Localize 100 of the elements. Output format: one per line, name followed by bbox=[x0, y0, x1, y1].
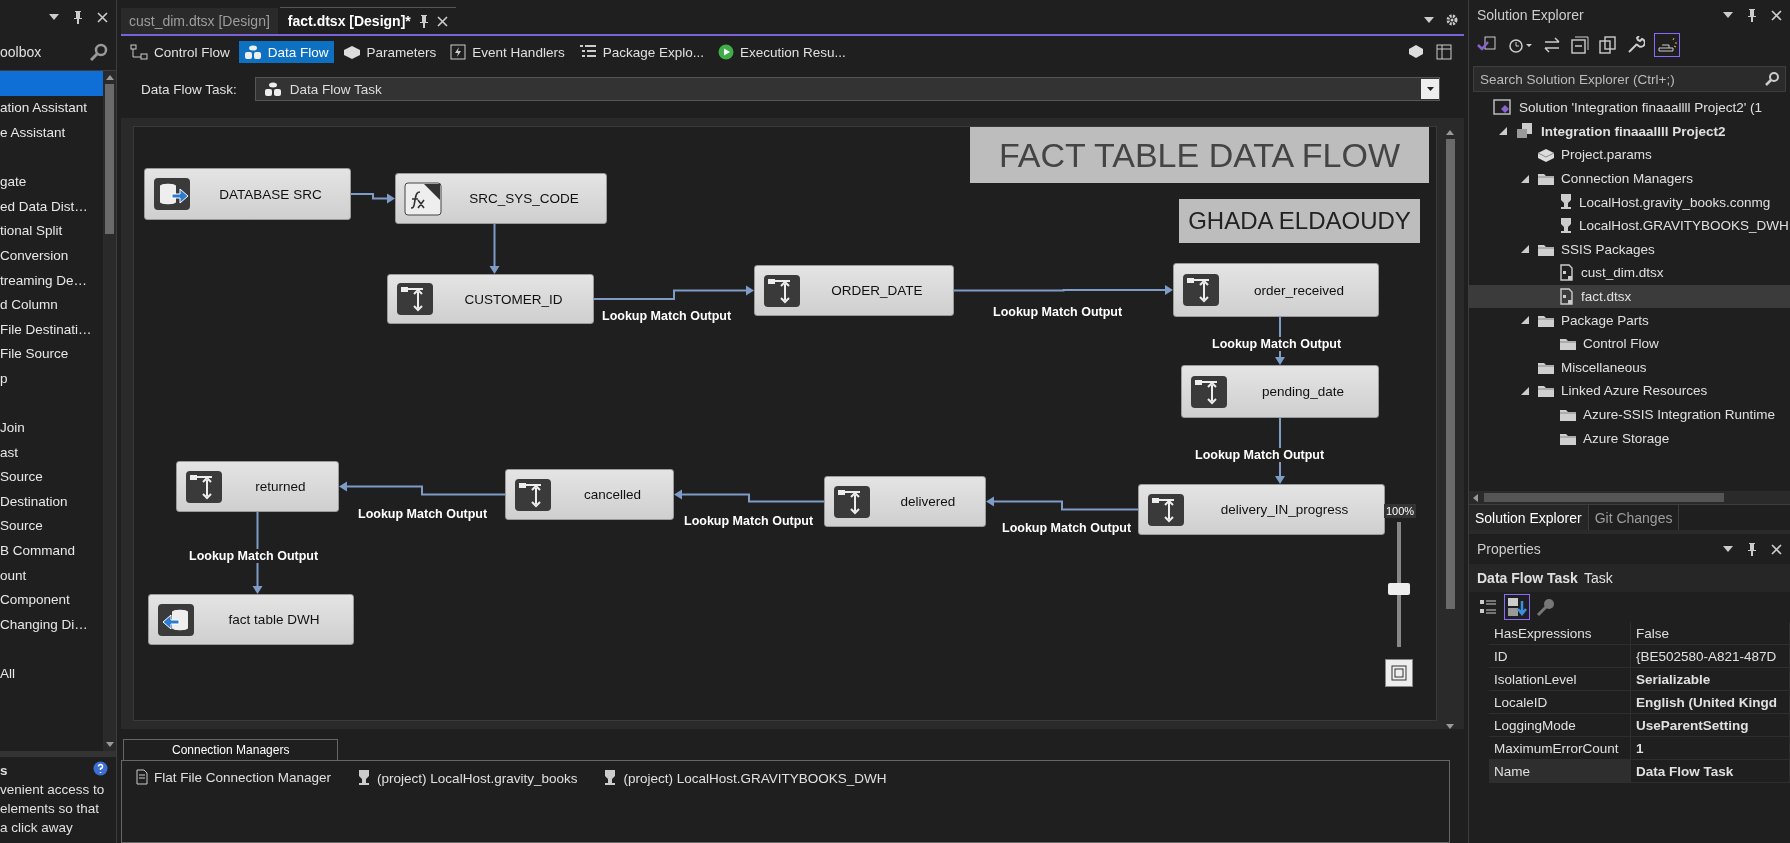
tree-item[interactable]: Integration finaaallll Project2 bbox=[1469, 119, 1790, 144]
scrollbar-thumb[interactable] bbox=[1445, 139, 1455, 609]
toolbox-item[interactable]: File Source bbox=[0, 341, 104, 367]
component-node[interactable]: ORDER_DATE bbox=[754, 265, 954, 316]
designer-tab[interactable]: Event Handlers bbox=[445, 41, 570, 63]
tree-item[interactable]: Connection Managers bbox=[1469, 166, 1790, 191]
toolbox-item[interactable]: Destination bbox=[0, 489, 104, 514]
panel-tab[interactable]: Git Changes bbox=[1588, 505, 1680, 530]
property-name[interactable]: IsolationLevel bbox=[1489, 668, 1631, 691]
panel-tab[interactable]: Solution Explorer bbox=[1469, 505, 1589, 530]
component-node[interactable]: cancelled bbox=[505, 469, 674, 520]
toolbox-item[interactable]: ast bbox=[0, 439, 104, 465]
scroll-up-icon[interactable] bbox=[1446, 130, 1454, 135]
tree-item[interactable]: SSIS Packages bbox=[1469, 237, 1790, 262]
toolbox-item[interactable]: Component bbox=[0, 587, 104, 613]
connector-arrow[interactable] bbox=[674, 489, 825, 503]
component-node[interactable]: order_received bbox=[1173, 263, 1379, 317]
dropdown-icon[interactable] bbox=[1723, 546, 1733, 552]
component-node[interactable]: SRC_SYS_CODE bbox=[395, 173, 607, 224]
expanded-icon[interactable] bbox=[1521, 316, 1529, 325]
close-icon[interactable] bbox=[1771, 543, 1782, 555]
toolbox-item[interactable]: Source bbox=[0, 464, 104, 490]
component-node[interactable]: fact table DWH bbox=[148, 594, 354, 645]
scroll-down-icon[interactable] bbox=[1446, 724, 1454, 729]
connector-arrow[interactable] bbox=[986, 496, 1139, 511]
tree-item[interactable]: LocalHost.gravity_books.conmg bbox=[1469, 190, 1790, 214]
scroll-down-icon[interactable] bbox=[105, 742, 114, 747]
history-icon[interactable] bbox=[1507, 36, 1533, 54]
connector-arrow[interactable] bbox=[339, 481, 506, 496]
search-icon[interactable] bbox=[1764, 71, 1780, 87]
tree-item[interactable]: Solution 'Integration finaaallll Project2' (1 bbox=[1469, 96, 1790, 120]
expanded-icon[interactable] bbox=[1521, 245, 1529, 254]
close-icon[interactable] bbox=[97, 11, 108, 23]
component-node[interactable]: delivered bbox=[824, 476, 986, 527]
designer-tab[interactable]: Package Explo... bbox=[573, 41, 709, 63]
dropdown-icon[interactable] bbox=[1426, 87, 1434, 91]
scroll-up-icon[interactable] bbox=[105, 75, 114, 80]
toolbox-item[interactable]: d Column bbox=[0, 292, 104, 317]
sync-icon[interactable] bbox=[1543, 37, 1561, 53]
property-name[interactable]: HasExpressions bbox=[1489, 622, 1631, 645]
property-value[interactable]: False bbox=[1631, 622, 1790, 645]
connection-item[interactable]: Flat File Connection Manager bbox=[154, 769, 332, 785]
designer-tab[interactable]: Data Flow bbox=[238, 41, 334, 63]
toolbox-item[interactable]: All bbox=[0, 661, 104, 686]
property-value[interactable]: {BE502580-A821-487D bbox=[1631, 645, 1790, 668]
preview-icon[interactable] bbox=[1655, 34, 1679, 56]
scrollbar-thumb[interactable] bbox=[105, 84, 115, 234]
search-field[interactable]: Search Solution Explorer (Ctrl+;) bbox=[1473, 66, 1786, 92]
close-icon[interactable] bbox=[1771, 9, 1782, 21]
component-node[interactable]: DATABASE SRC bbox=[144, 168, 351, 220]
key-icon[interactable] bbox=[1535, 596, 1557, 618]
component-node[interactable]: pending_date bbox=[1181, 365, 1379, 418]
pin-icon[interactable] bbox=[1747, 8, 1757, 22]
search-icon[interactable] bbox=[90, 43, 108, 61]
grid-icon[interactable] bbox=[1436, 44, 1452, 60]
component-node[interactable]: returned bbox=[176, 461, 339, 512]
sort-alphabetical-icon[interactable] bbox=[1505, 595, 1529, 619]
tree-item[interactable]: Project.params bbox=[1469, 143, 1790, 167]
tree-item[interactable]: LocalHost.GRAVITYBOOKS_DWH bbox=[1469, 213, 1790, 238]
expanded-icon[interactable] bbox=[1521, 386, 1529, 395]
toolbox-item[interactable]: ation Assistant bbox=[0, 95, 104, 121]
property-value[interactable]: Data Flow Task bbox=[1631, 760, 1790, 783]
wrench-icon[interactable] bbox=[1627, 36, 1645, 54]
copy-icon[interactable] bbox=[1599, 36, 1617, 54]
toolbox-item[interactable]: Changing Di… bbox=[0, 612, 104, 637]
zoom-thumb[interactable] bbox=[1388, 583, 1410, 595]
pin-icon[interactable] bbox=[418, 14, 429, 28]
connection-item[interactable]: (project) LocalHost.GRAVITYBOOKS_DWH bbox=[623, 770, 887, 786]
property-name[interactable]: ID bbox=[1489, 645, 1631, 668]
designer-tab[interactable]: Execution Resu... bbox=[712, 41, 851, 63]
tree-item[interactable]: Control Flow bbox=[1469, 331, 1790, 356]
property-name[interactable]: LoggingMode bbox=[1489, 714, 1631, 737]
component-node[interactable]: CUSTOMER_ID bbox=[387, 274, 594, 324]
help-icon[interactable] bbox=[93, 761, 108, 776]
tree-item[interactable]: fact.dtsx bbox=[1469, 284, 1790, 309]
toolbox-item[interactable]: gate bbox=[0, 169, 104, 194]
dropdown-icon[interactable] bbox=[1424, 17, 1434, 23]
toolbox-item[interactable]: treaming De… bbox=[0, 267, 104, 293]
package-icon[interactable] bbox=[1408, 44, 1424, 58]
tree-item[interactable]: Azure Storage bbox=[1469, 426, 1790, 450]
property-value[interactable]: UseParentSetting bbox=[1631, 714, 1790, 737]
tree-item[interactable]: Package Parts bbox=[1469, 308, 1790, 332]
property-value[interactable]: 1 bbox=[1631, 737, 1790, 760]
property-value[interactable]: Serializable bbox=[1631, 668, 1790, 691]
toolbox-item[interactable]: B Command bbox=[0, 538, 104, 563]
pin-icon[interactable] bbox=[73, 10, 83, 24]
designer-tab[interactable]: Parameters bbox=[337, 41, 442, 63]
tree-item[interactable]: Miscellaneous bbox=[1469, 355, 1790, 380]
annotation-author[interactable]: GHADA ELDAOUDY bbox=[1179, 199, 1420, 243]
dropdown-icon[interactable] bbox=[1723, 12, 1733, 18]
toolbox-item[interactable]: e Assistant bbox=[0, 120, 104, 145]
fit-button[interactable] bbox=[1385, 659, 1413, 687]
close-icon[interactable] bbox=[436, 15, 448, 27]
property-name[interactable]: Name bbox=[1489, 760, 1631, 783]
task-dropdown[interactable]: Data Flow Task bbox=[254, 77, 1440, 101]
settings-icon[interactable] bbox=[1446, 14, 1458, 26]
designer-tab[interactable]: Control Flow bbox=[125, 41, 235, 63]
collapse-icon[interactable] bbox=[1571, 36, 1589, 54]
connector-arrow[interactable] bbox=[593, 285, 754, 300]
component-node[interactable]: delivery_IN_progress bbox=[1138, 484, 1385, 535]
